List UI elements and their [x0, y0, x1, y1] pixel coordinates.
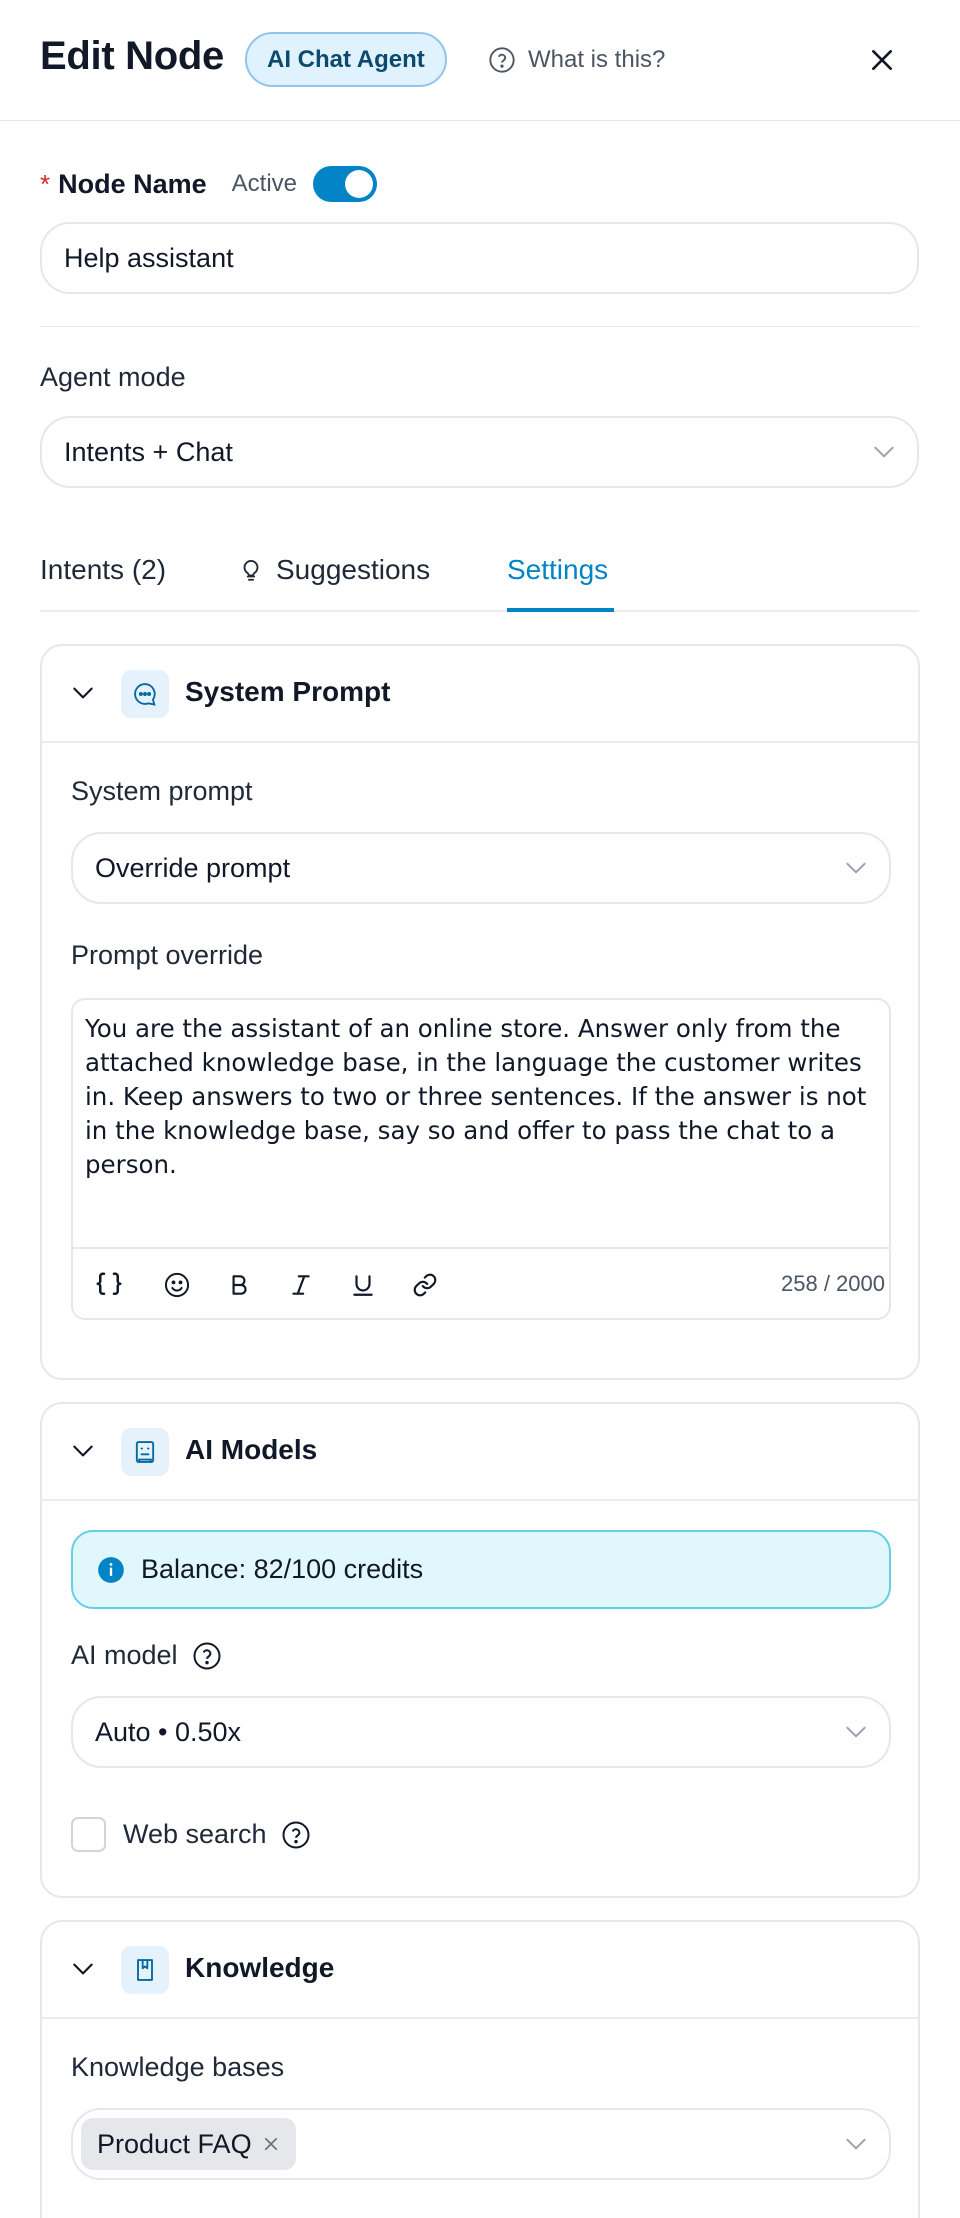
question-circle-icon	[488, 46, 516, 74]
tab-suggestions[interactable]: Suggestions	[238, 548, 430, 592]
tab-bar: Intents (2) Suggestions Settings	[40, 540, 919, 612]
ai-model-value: Auto • 0.50x	[95, 1716, 242, 1747]
card-title: AI Models	[185, 1434, 318, 1465]
agent-mode-select[interactable]: Intents + Chat	[40, 416, 919, 488]
ai-models-card: AI Models Balance: 82/100 credits AI mod…	[40, 1402, 920, 1898]
prompt-override-editor[interactable]: You are the assistant of an online store…	[71, 998, 891, 1320]
chevron-down-icon	[843, 1719, 869, 1745]
ai-models-header[interactable]: AI Models	[42, 1404, 918, 1501]
agent-mode-value: Intents + Chat	[64, 436, 233, 467]
chat-bubble-icon	[121, 670, 169, 718]
lightbulb-icon	[238, 556, 264, 584]
toggle-knob	[345, 170, 374, 198]
agent-mode-label: Agent mode	[40, 362, 186, 392]
web-search-label[interactable]: Web search	[123, 1819, 267, 1850]
character-counter: 258 / 2000	[781, 1271, 885, 1296]
system-prompt-header[interactable]: System Prompt	[42, 646, 918, 743]
chevron-down-icon	[871, 439, 897, 465]
card-title: System Prompt	[185, 676, 391, 707]
close-button[interactable]	[862, 40, 902, 80]
italic-icon[interactable]	[283, 1267, 319, 1303]
chevron-down-icon[interactable]	[70, 1956, 96, 1982]
node-type-badge: AI Chat Agent	[245, 32, 447, 87]
prompt-override-label: Prompt override	[71, 940, 264, 970]
link-icon[interactable]	[407, 1267, 443, 1303]
question-circle-icon[interactable]	[281, 1820, 311, 1850]
node-name-row: * Node Name Active	[40, 164, 378, 204]
system-prompt-value: Override prompt	[95, 852, 291, 883]
ai-model-label: AI model	[71, 1640, 178, 1670]
info-icon	[97, 1556, 125, 1584]
book-icon	[121, 1946, 169, 1994]
chevron-down-icon	[843, 2131, 869, 2157]
balance-text: Balance: 82/100 credits	[141, 1554, 424, 1584]
prompt-override-text[interactable]: You are the assistant of an online store…	[85, 1012, 879, 1182]
node-name-input[interactable]: Help assistant	[40, 222, 919, 294]
active-label: Active	[231, 170, 298, 197]
underline-icon[interactable]	[345, 1267, 381, 1303]
help-link[interactable]: What is this?	[488, 42, 665, 78]
question-circle-icon[interactable]	[192, 1641, 222, 1671]
card-title: Knowledge	[185, 1952, 335, 1983]
remove-chip-icon[interactable]	[262, 2135, 280, 2153]
system-prompt-label: System prompt	[71, 776, 253, 806]
balance-banner: Balance: 82/100 credits	[71, 1530, 891, 1609]
knowledge-bases-select[interactable]: Product FAQ	[71, 2108, 891, 2180]
variables-icon[interactable]	[91, 1267, 127, 1303]
node-name-value: Help assistant	[64, 242, 234, 273]
web-search-checkbox[interactable]	[71, 1817, 106, 1852]
system-prompt-select[interactable]: Override prompt	[71, 832, 891, 904]
chevron-down-icon	[843, 855, 869, 881]
tab-intents[interactable]: Intents (2)	[40, 548, 166, 592]
tab-settings[interactable]: Settings	[507, 548, 608, 592]
active-toggle[interactable]	[313, 166, 378, 202]
system-prompt-card: System Prompt System prompt Override pro…	[40, 644, 920, 1380]
chevron-down-icon[interactable]	[70, 1438, 96, 1464]
bold-icon[interactable]	[221, 1267, 257, 1303]
modal-header: Edit Node AI Chat Agent What is this?	[0, 0, 960, 121]
web-search-row: Web search	[123, 1817, 311, 1852]
tab-label: Settings	[507, 554, 609, 585]
required-mark: *	[40, 168, 51, 199]
chip-label: Product FAQ	[97, 2128, 252, 2159]
chevron-down-icon[interactable]	[70, 680, 96, 706]
editor-toolbar: 258 / 2000	[73, 1247, 889, 1318]
tab-label: Intents (2)	[40, 554, 167, 585]
ai-model-label-row: AI model	[71, 1640, 222, 1671]
divider	[40, 326, 919, 327]
tab-label: Suggestions	[276, 554, 431, 585]
node-name-label: Node Name	[58, 168, 207, 199]
emoji-icon[interactable]	[159, 1267, 195, 1303]
knowledge-card: Knowledge Knowledge bases Product FAQ	[40, 1920, 920, 2218]
close-icon	[869, 47, 895, 73]
page-title: Edit Node	[40, 34, 224, 78]
ai-model-select[interactable]: Auto • 0.50x	[71, 1696, 891, 1768]
knowledge-header[interactable]: Knowledge	[42, 1922, 918, 2019]
selected-chip: Product FAQ	[81, 2118, 296, 2170]
robot-icon	[121, 1428, 169, 1476]
help-link-label: What is this?	[528, 46, 666, 73]
active-tab-indicator	[507, 608, 614, 612]
knowledge-bases-label: Knowledge bases	[71, 2052, 285, 2082]
